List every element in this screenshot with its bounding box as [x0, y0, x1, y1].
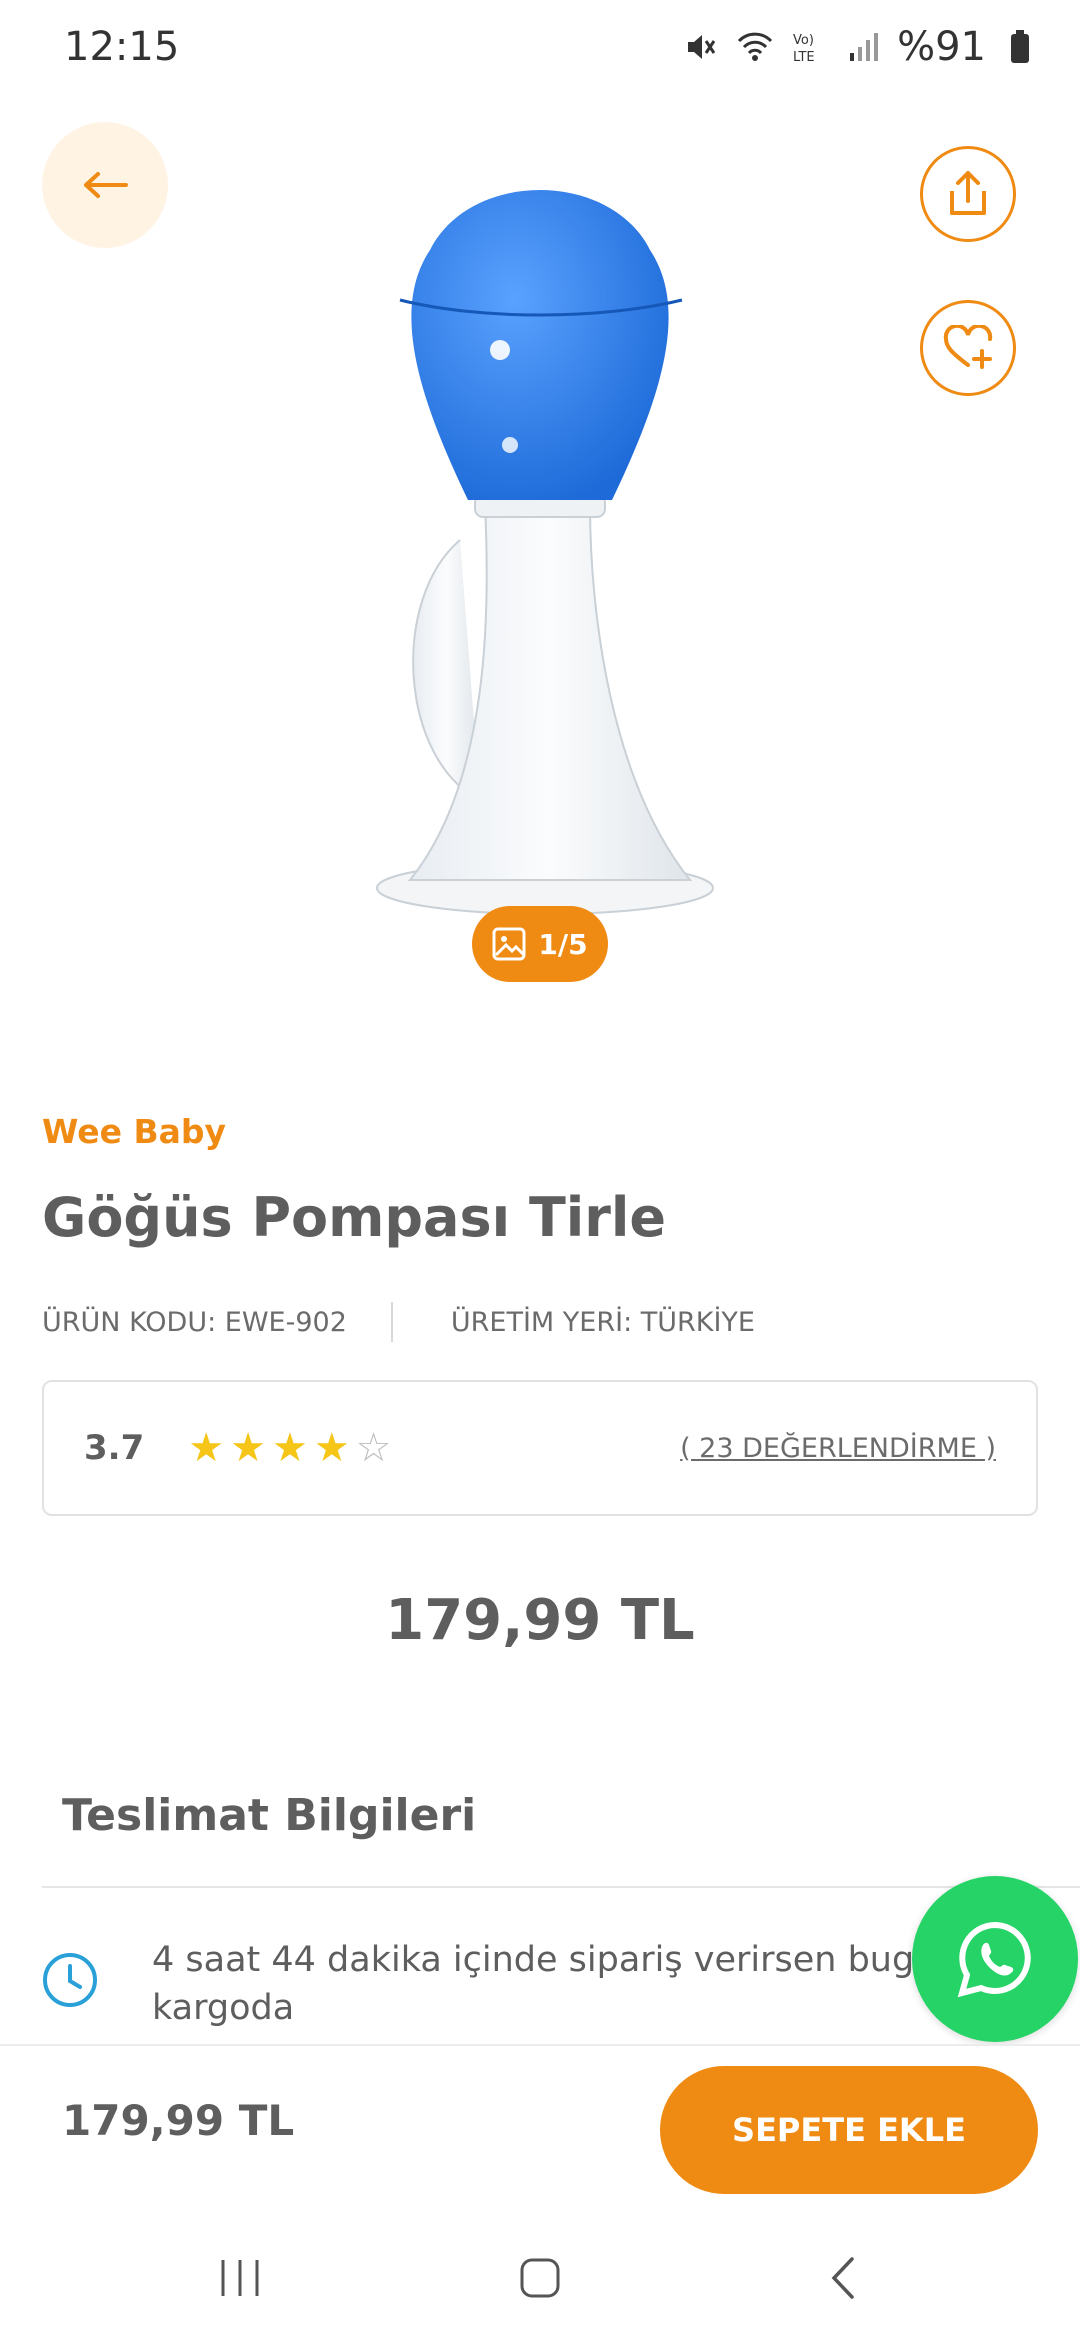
status-icons: Vo) LTE %91	[681, 24, 1040, 70]
delivery-message: 4 saat 44 dakika içinde sipariş verirsen…	[152, 1940, 959, 2028]
product-title: Göğüs Pompası Tirle	[42, 1186, 667, 1249]
image-icon	[492, 927, 526, 961]
star-filled-icon: ★	[230, 1425, 266, 1471]
product-image[interactable]	[360, 160, 720, 920]
add-to-favorites-button[interactable]	[920, 300, 1016, 396]
home-icon	[520, 2258, 560, 2298]
recent-apps-button[interactable]	[200, 2238, 280, 2318]
divider	[42, 1886, 1080, 1888]
rating-box[interactable]: 3.7 ★ ★ ★ ★ ☆ ( 23 DEĞERLENDİRME )	[42, 1380, 1038, 1516]
back-nav-button[interactable]	[804, 2238, 884, 2318]
rating-stars: ★ ★ ★ ★ ☆	[188, 1428, 391, 1468]
svg-text:LTE: LTE	[793, 50, 815, 65]
chevron-left-icon	[831, 2257, 854, 2299]
heart-plus-icon	[943, 325, 993, 369]
battery-level: %91	[897, 24, 986, 70]
brand-link[interactable]: Wee Baby	[42, 1112, 226, 1151]
star-filled-icon: ★	[188, 1425, 225, 1471]
bottom-price: 179,99 TL	[62, 2096, 295, 2145]
add-to-cart-button[interactable]: SEPETE EKLE	[660, 2066, 1038, 2194]
wifi-icon	[735, 27, 775, 67]
mute-icon	[681, 27, 721, 67]
clock-icon	[43, 1953, 97, 2007]
share-button[interactable]	[920, 146, 1016, 242]
reviews-link[interactable]: ( 23 DEĞERLENDİRME )	[680, 1433, 996, 1464]
status-time: 12:15	[64, 24, 180, 70]
recent-apps-icon	[221, 2260, 259, 2296]
svg-text:Vo): Vo)	[793, 33, 814, 48]
star-filled-icon: ★	[271, 1425, 308, 1471]
product-code: ÜRÜN KODU: EWE-902	[42, 1306, 347, 1338]
gallery-counter[interactable]: 1/5	[472, 906, 608, 982]
star-filled-icon: ★	[313, 1425, 350, 1471]
product-meta: ÜRÜN KODU: EWE-902 ÜRETİM YERİ: TÜRKİYE	[42, 1302, 755, 1342]
product-price: 179,99 TL	[385, 1588, 695, 1653]
signal-icon	[843, 27, 883, 67]
battery-icon	[1000, 27, 1040, 67]
product-origin: ÜRETİM YERİ: TÜRKİYE	[450, 1306, 755, 1338]
meta-divider	[390, 1302, 393, 1342]
gallery-counter-label: 1/5	[538, 927, 588, 961]
arrow-left-icon	[84, 172, 128, 198]
back-button[interactable]	[42, 122, 168, 248]
delivery-title: Teslimat Bilgileri	[62, 1790, 477, 1841]
volte-icon: Vo) LTE	[789, 27, 829, 67]
share-icon	[950, 171, 986, 215]
star-empty-icon: ☆	[355, 1425, 392, 1471]
whatsapp-icon	[957, 1921, 1031, 1998]
rating-score: 3.7	[84, 1428, 145, 1468]
home-button[interactable]	[500, 2238, 580, 2318]
whatsapp-button[interactable]	[912, 1876, 1078, 2042]
